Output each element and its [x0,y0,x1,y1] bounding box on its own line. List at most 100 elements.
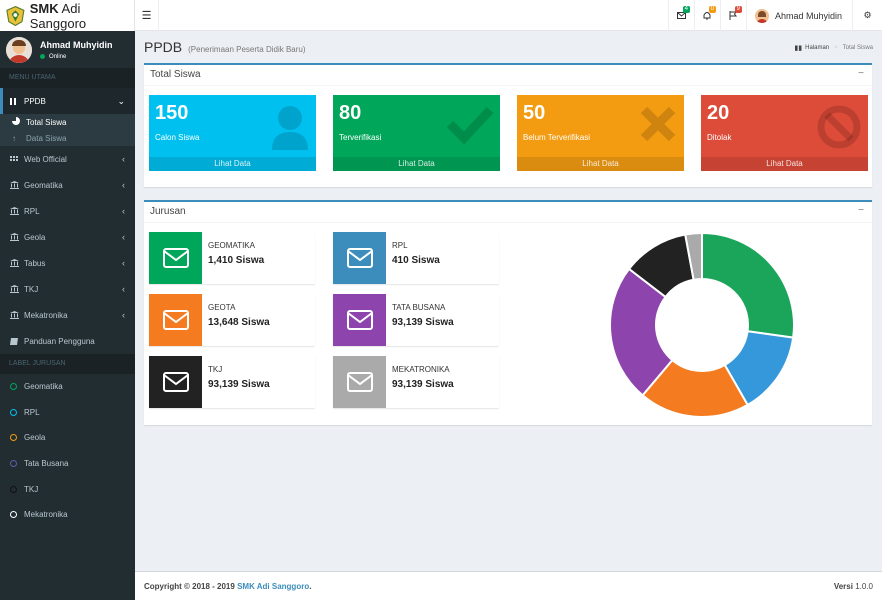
bank-icon [10,311,20,319]
content-header: PPDB (Penerimaan Peserta Didik Baru) ▮▮ H… [135,31,882,63]
sidebar-item-label: Panduan Pengguna [24,336,95,346]
chevron-left-icon: ‹ [122,206,125,216]
sidebar-subitem-data-siswa[interactable]: ↑ Data Siswa [0,130,135,146]
sidebar-item-label: Tabus [24,258,46,268]
bank-icon [10,207,20,215]
breadcrumb-home[interactable]: Halaman [805,45,829,51]
info-box-text: RPL [392,241,408,250]
sidebar-item-tabus[interactable]: Tabus ‹ [0,250,135,276]
stat-box-ditolak: 20 Ditolak Lihat Data [701,95,868,171]
page-title-wrap: PPDB (Penerimaan Peserta Didik Baru) [144,39,306,55]
stat-label: Calon Siswa [155,133,200,142]
tasks-button[interactable]: 9 [719,0,746,31]
page-title: PPDB [144,39,183,55]
control-sidebar-button[interactable]: ⚙ [852,0,882,31]
label-item-geomatika[interactable]: Geomatika [0,374,135,400]
info-box-geomatika: GEOMATIKA 1,410 Siswa [149,232,315,284]
footer-dot: . [309,582,312,591]
stat-more-link[interactable]: Lihat Data [149,157,316,171]
sidebar-user-name: Ahmad Muhyidin [40,39,113,50]
label-item-text: RPL [24,407,40,417]
user-menu-button[interactable]: Ahmad Muhyidin [745,0,852,31]
main-sidebar: Ahmad Muhyidin Online MENU UTAMA PPDB ⌄ … [0,31,135,600]
messages-button[interactable]: 4 [667,0,694,31]
sidebar-item-geola[interactable]: Geola ‹ [0,224,135,250]
circle-icon [10,383,17,391]
content-wrapper: PPDB (Penerimaan Peserta Didik Baru) ▮▮ H… [135,31,882,571]
sidebar-header-main: MENU UTAMA [0,68,135,88]
brand-logo-link[interactable]: SMK Adi Sanggoro [0,0,135,31]
stat-box-terverifikasi: 80 Terverifikasi Lihat Data [333,95,500,171]
sidebar-item-label: PPDB [24,96,46,106]
breadcrumb-separator: > [834,45,838,51]
messages-badge: 4 [682,6,690,13]
book-icon [10,337,20,345]
envelope-icon [676,12,686,19]
box-title: Total Siswa [150,69,201,80]
footer-version-label: Versi [833,582,853,591]
gears-icon: ⚙ [863,10,872,20]
sidebar-item-geomatika[interactable]: Geomatika ‹ [0,172,135,198]
circle-icon [10,460,17,468]
box-title: Jurusan [150,206,186,217]
bank-icon [10,259,20,267]
info-box-text: GEOMATIKA [208,241,255,250]
stat-value: 50 [523,102,546,124]
info-box-number: 93,139 Siswa [392,379,454,390]
info-box-tkj: TKJ 93,139 Siswa [149,356,315,408]
notifications-button[interactable]: 0 [693,0,720,31]
collapse-button[interactable]: − [858,68,864,79]
sidebar-item-web-official[interactable]: Web Official ‹ [0,146,135,172]
label-item-geola[interactable]: Geola [0,425,135,451]
envelope-icon [149,294,202,346]
sidebar-toggle-button[interactable]: ☰ [135,0,159,31]
envelope-icon [333,356,386,408]
label-item-rpl[interactable]: RPL [0,400,135,426]
sidebar-item-panduan[interactable]: Panduan Pengguna [0,328,135,354]
sidebar-subitem-total-siswa[interactable]: Total Siswa [0,114,135,130]
stat-value: 150 [155,102,189,124]
sidebar-item-rpl[interactable]: RPL ‹ [0,198,135,224]
stat-value: 80 [339,102,362,124]
info-box-text: TATA BUSANA [392,303,446,312]
stat-more-link[interactable]: Lihat Data [333,157,500,171]
hamburger-icon: ☰ [141,10,152,22]
info-box-number: 13,648 Siswa [208,317,270,328]
sidebar-item-tkj[interactable]: TKJ ‹ [0,276,135,302]
label-item-mekatronika[interactable]: Mekatronika [0,502,135,528]
footer-copyright: Copyright © 2018 - 2019 [144,582,235,591]
breadcrumb: ▮▮ Halaman > Total Siswa [794,44,873,52]
chevron-left-icon: ‹ [122,180,125,190]
label-item-tata-busana[interactable]: Tata Busana [0,451,135,477]
stat-box-calon-siswa: 150 Calon Siswa Lihat Data [149,95,316,171]
chevron-left-icon: ‹ [122,310,125,320]
sidebar-subitem-label: Data Siswa [26,133,67,143]
label-item-text: Mekatronika [24,510,68,520]
notifications-badge: 0 [708,6,716,13]
brand-bold: SMK [29,0,59,16]
dashboard-icon: ▮▮ [794,45,803,52]
envelope-icon [333,294,386,346]
circle-icon [10,511,17,519]
info-box-number: 93,139 Siswa [208,379,270,390]
ppdb-submenu: Total Siswa ↑ Data Siswa [0,114,135,146]
sidebar-item-mekatronika[interactable]: Mekatronika ‹ [0,302,135,328]
sidebar-item-ppdb[interactable]: PPDB ⌄ [0,88,135,114]
bank-icon [10,285,20,293]
user-menu-name: Ahmad Muhyidin [774,10,842,21]
label-item-tkj[interactable]: TKJ [0,476,135,502]
stat-more-link[interactable]: Lihat Data [701,157,868,171]
upload-icon: ↑ [12,133,16,143]
label-item-text: Geomatika [24,382,63,392]
envelope-icon [149,232,202,284]
pie-chart-icon [12,117,22,127]
bank-icon [10,181,20,189]
footer-org-link[interactable]: SMK Adi Sanggoro [237,582,309,591]
stat-more-link[interactable]: Lihat Data [517,157,684,171]
collapse-button[interactable]: − [858,205,864,216]
donut-slice[interactable] [701,232,795,339]
user-avatar-small [754,8,769,23]
user-icon [272,106,308,150]
check-icon [446,106,494,144]
sidebar-item-label: RPL [24,206,40,216]
